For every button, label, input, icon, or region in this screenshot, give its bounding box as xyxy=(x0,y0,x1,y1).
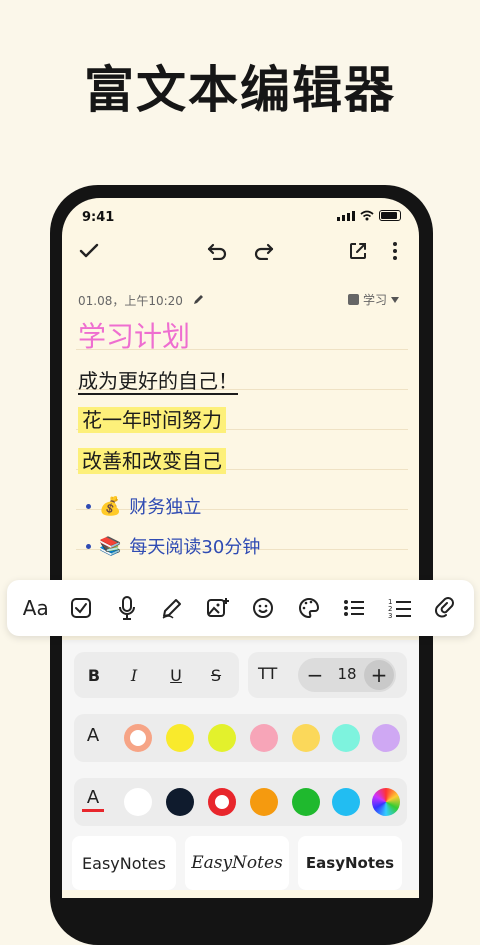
text-color-swatch[interactable] xyxy=(250,788,278,816)
books-emoji: 📚 xyxy=(99,535,122,557)
text-color-swatch[interactable] xyxy=(332,788,360,816)
check-icon[interactable] xyxy=(74,236,104,266)
highlight-swatch[interactable] xyxy=(292,724,320,752)
numbered-list-icon[interactable]: 123 xyxy=(384,592,416,624)
bullet-dot xyxy=(86,503,91,509)
notebook-label: 学习 xyxy=(362,293,387,307)
headline: 富文本编辑器 xyxy=(84,61,396,119)
font-option[interactable]: EasyNotes xyxy=(298,836,402,890)
link-icon[interactable] xyxy=(429,592,461,624)
edit-icon[interactable] xyxy=(193,294,204,305)
text-color-row: A xyxy=(74,778,407,826)
font-size-stepper: − 18 + xyxy=(298,658,396,692)
note-line-highlighted[interactable]: 花一年时间努力 xyxy=(78,404,226,433)
note-title[interactable]: 学习计划 xyxy=(78,315,190,355)
wifi-icon xyxy=(360,210,374,221)
text-color-swatch[interactable] xyxy=(166,788,194,816)
highlight-swatch[interactable] xyxy=(250,724,278,752)
note-line[interactable]: 成为更好的自己！ xyxy=(78,365,238,394)
highlighted-text: 改善和改变自己 xyxy=(78,448,226,474)
text-size-icon: TT xyxy=(258,664,278,683)
text-style-group: B I U S xyxy=(74,652,239,698)
pen-icon[interactable] xyxy=(156,592,188,624)
highlight-swatch[interactable] xyxy=(166,724,194,752)
undo-icon[interactable] xyxy=(202,236,232,266)
note-timestamp: 01.08，上午10:20 xyxy=(78,294,183,308)
palette-icon[interactable] xyxy=(293,592,325,624)
share-icon[interactable] xyxy=(343,236,373,266)
font-size-group: TT − 18 + xyxy=(248,652,407,698)
bullet-list-icon[interactable] xyxy=(338,592,370,624)
notebook-icon xyxy=(347,294,359,305)
highlight-swatch[interactable] xyxy=(208,724,236,752)
bullet-dot xyxy=(86,543,91,549)
font-option[interactable]: EasyNotes xyxy=(72,836,176,890)
status-time: 9:41 xyxy=(82,210,115,225)
bold-button[interactable]: B xyxy=(80,661,108,689)
bullet-text: 财务独立 xyxy=(129,497,202,518)
text-color-icon: A xyxy=(82,787,104,812)
font-option[interactable]: EasyNotes xyxy=(185,836,289,890)
notebook-selector[interactable]: 学习 xyxy=(347,291,399,308)
bullet-text: 每天阅读30分钟 xyxy=(129,537,261,558)
more-vertical-icon[interactable] xyxy=(380,236,410,266)
redo-icon[interactable] xyxy=(249,236,279,266)
text-color-swatch[interactable] xyxy=(124,788,152,816)
status-icons xyxy=(337,210,401,221)
increase-size-button[interactable]: + xyxy=(364,660,394,690)
svg-text:3: 3 xyxy=(388,612,392,619)
money-bag-emoji: 💰 xyxy=(99,495,122,517)
underline-button[interactable]: U xyxy=(162,661,190,689)
strikethrough-button[interactable]: S xyxy=(202,661,230,689)
font-icon[interactable]: Aa xyxy=(20,592,52,624)
signal-icon xyxy=(337,210,355,221)
highlight-swatch[interactable] xyxy=(372,724,400,752)
emoji-icon[interactable] xyxy=(247,592,279,624)
format-toolbar: Aa 123 xyxy=(7,580,474,636)
bullet-item[interactable]: 📚 每天阅读30分钟 xyxy=(86,533,260,559)
highlight-color-row: A xyxy=(74,714,407,762)
caret-down-icon xyxy=(391,296,399,303)
top-toolbar xyxy=(62,236,419,266)
note-meta: 01.08，上午10:20 xyxy=(78,292,204,309)
microphone-icon[interactable] xyxy=(111,592,143,624)
highlight-swatch[interactable] xyxy=(332,724,360,752)
image-add-icon[interactable] xyxy=(202,592,234,624)
highlight-swatch-selected[interactable] xyxy=(124,724,152,752)
italic-button[interactable]: I xyxy=(120,661,148,689)
battery-icon xyxy=(379,210,401,221)
text-color-swatch[interactable] xyxy=(292,788,320,816)
bullet-item[interactable]: 💰 财务独立 xyxy=(86,493,201,519)
note-line-highlighted[interactable]: 改善和改变自己 xyxy=(78,445,226,474)
highlight-color-icon: A xyxy=(82,725,104,746)
style-panel: B I U S TT − 18 + A A EasyNotes EasyNote… xyxy=(62,640,419,890)
text-color-swatch-selected[interactable] xyxy=(208,788,236,816)
custom-color-wheel[interactable] xyxy=(372,788,400,816)
highlighted-text: 花一年时间努力 xyxy=(78,407,226,433)
checkbox-icon[interactable] xyxy=(65,592,97,624)
